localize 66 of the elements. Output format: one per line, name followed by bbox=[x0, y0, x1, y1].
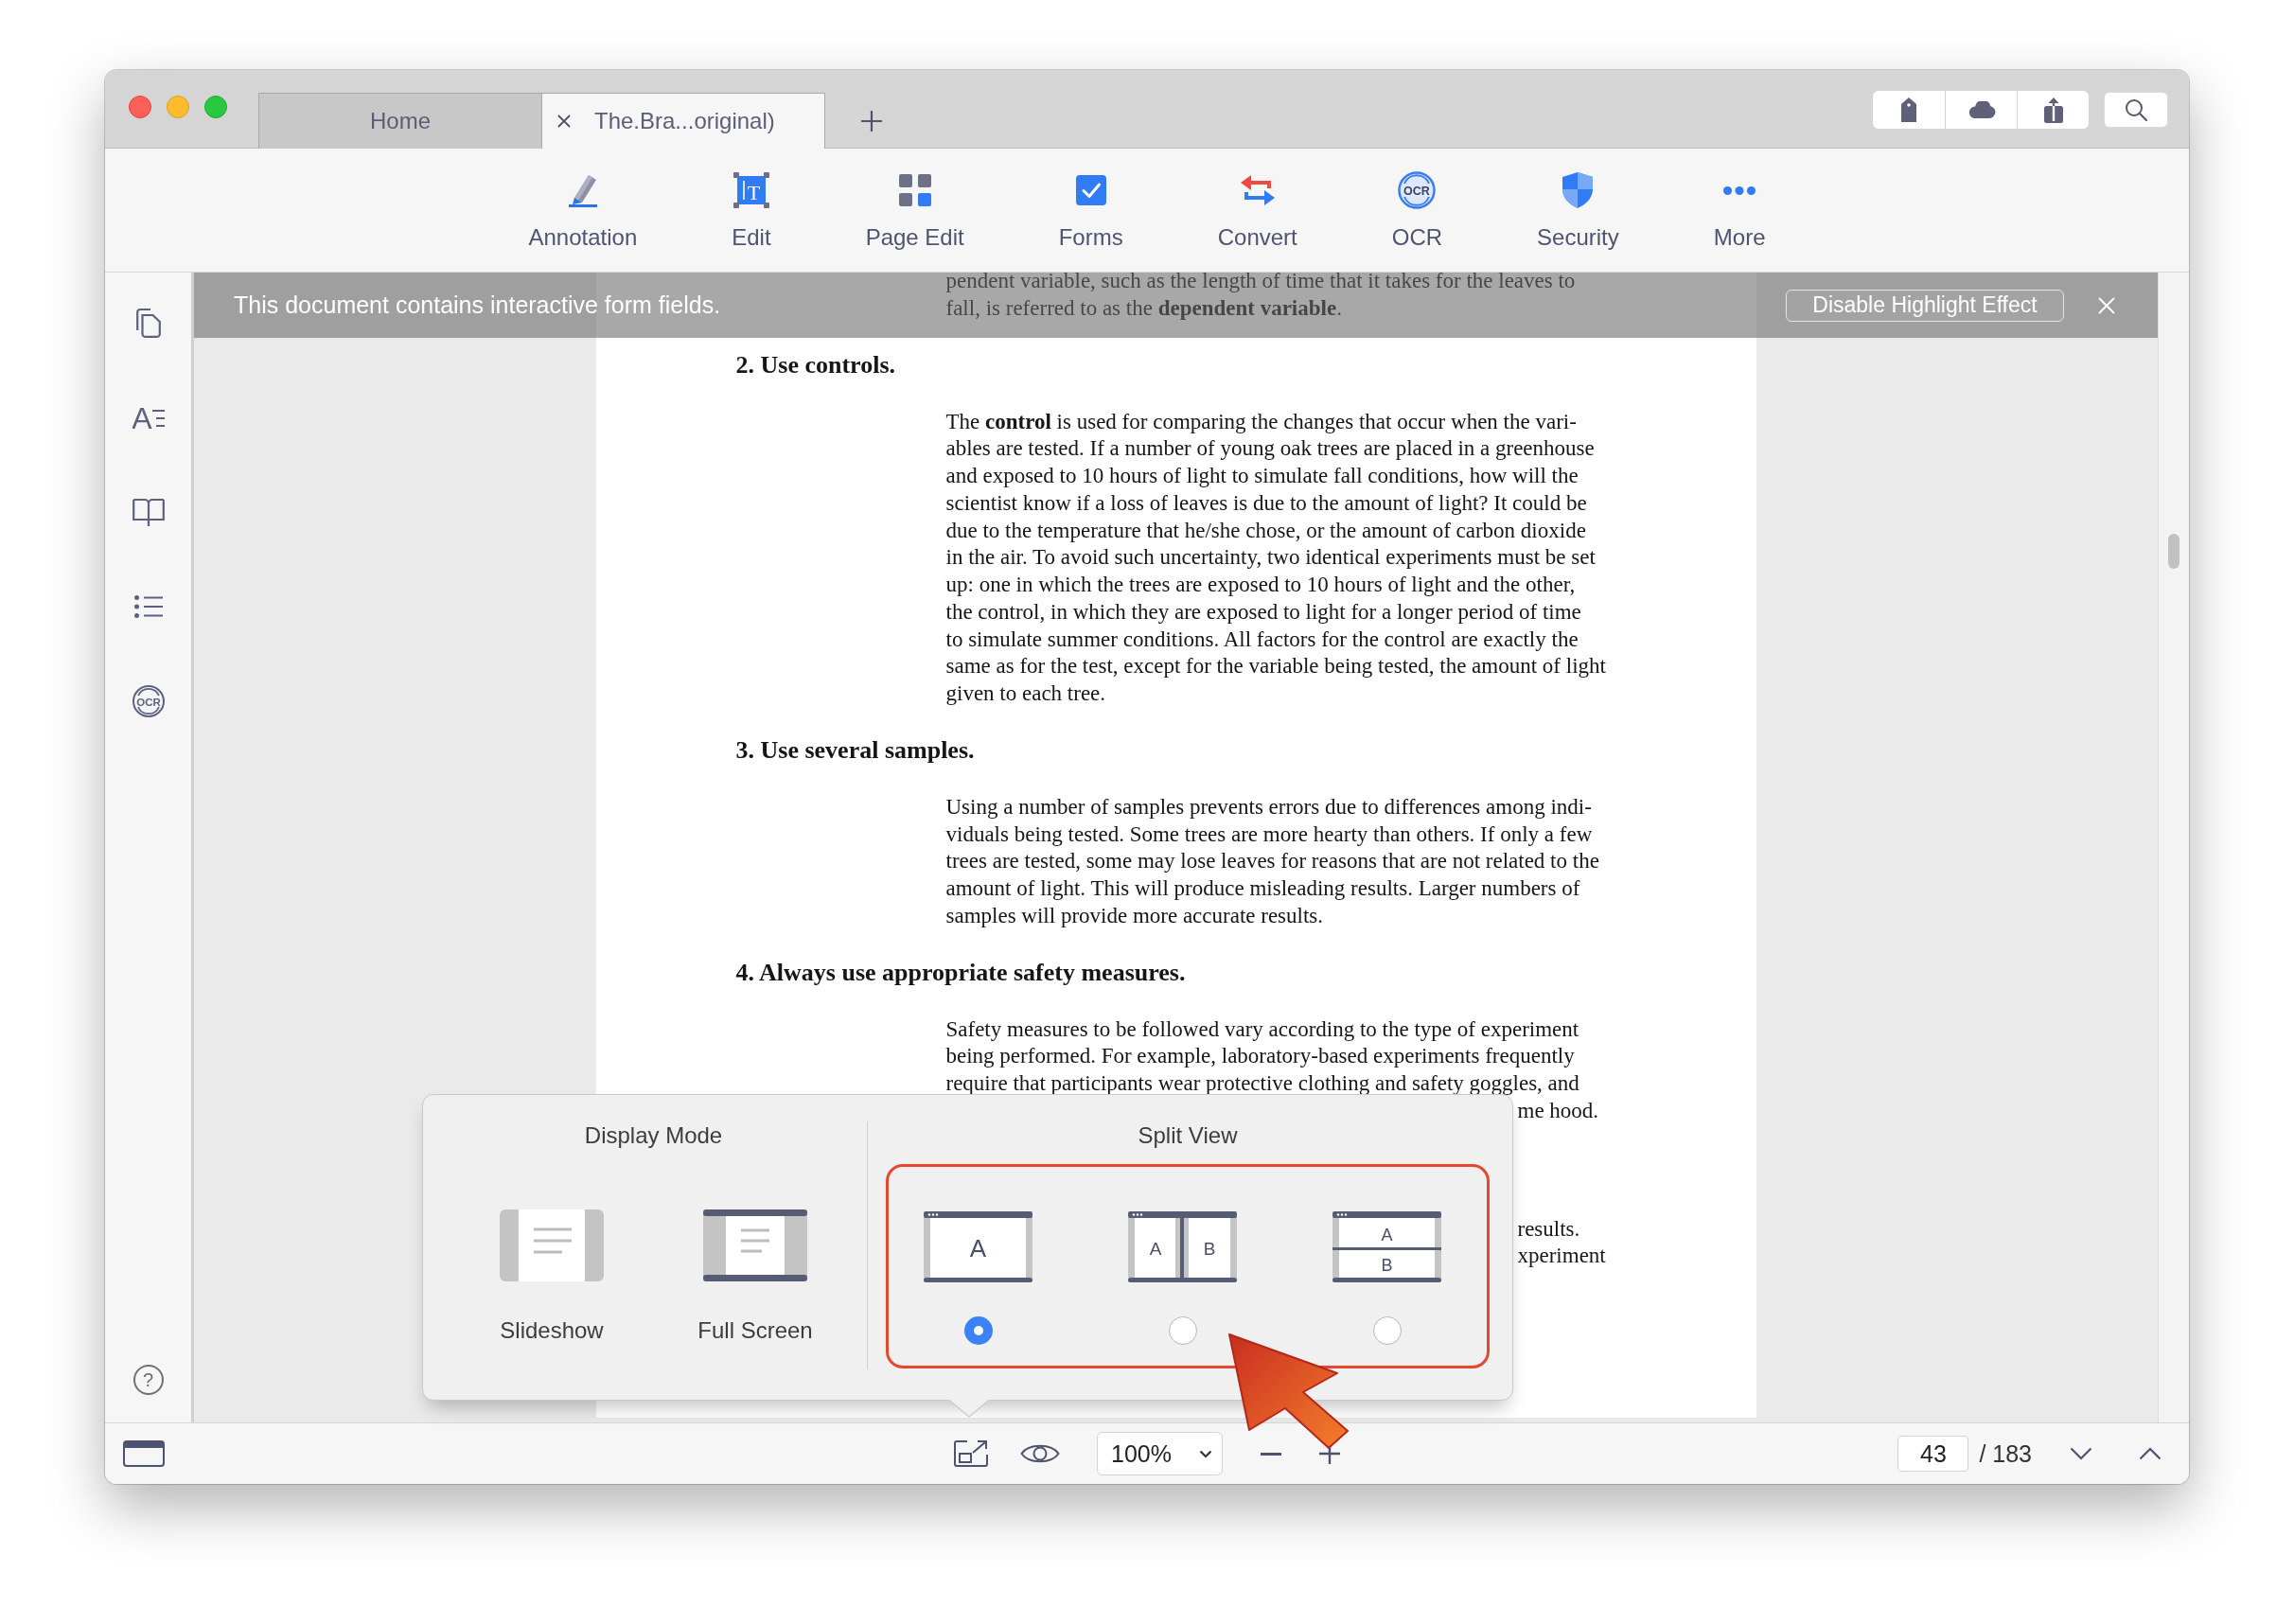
toolbar-button[interactable]: Annotation bbox=[521, 149, 645, 272]
shield-icon bbox=[1562, 172, 1594, 208]
ocr-icon: OCR bbox=[1398, 171, 1437, 209]
cloud-button[interactable] bbox=[1945, 91, 2017, 129]
scrollbar-thumb[interactable] bbox=[2168, 534, 2179, 569]
more-icon bbox=[1723, 185, 1756, 195]
tab[interactable]: Home bbox=[258, 93, 542, 149]
book-icon[interactable] bbox=[132, 498, 165, 526]
chevron-up-icon[interactable] bbox=[2139, 1447, 2162, 1460]
tag-icon bbox=[1901, 97, 1916, 122]
ocr-icon[interactable]: OCR bbox=[132, 685, 165, 717]
zoom-dropdown[interactable]: 100% bbox=[1097, 1432, 1223, 1475]
toolbar-button[interactable]: Convert bbox=[1209, 149, 1305, 272]
grid-icon bbox=[898, 174, 931, 206]
section-heading: 2. Use controls. bbox=[735, 349, 895, 380]
search-icon bbox=[2125, 98, 2147, 121]
tag-button[interactable] bbox=[1873, 91, 1945, 129]
display-mode-option[interactable]: Full Screen bbox=[684, 1209, 826, 1344]
text-fragment: me hood. bbox=[1517, 1097, 1599, 1124]
page-number-field[interactable]: 43 bbox=[1897, 1436, 1969, 1472]
tab[interactable]: The.Bra...original) bbox=[542, 93, 825, 149]
body-paragraph: pendent variable, such as the length of time that it takes for the leaves to fall, is referred to as the dependent variable. bbox=[945, 273, 1576, 322]
slideshow-icon bbox=[500, 1209, 604, 1281]
radio-button[interactable] bbox=[963, 1316, 993, 1345]
expand-icon[interactable] bbox=[954, 1439, 988, 1468]
minus-icon[interactable] bbox=[1261, 1452, 1281, 1456]
body-paragraph: The control is used for comparing the changes that occur when the vari- ables are tested. If a number of young oak trees are placed in a greenhouse and exposed to 10 hours of light to simulate fall conditions, how will the scientist know if a loss of leaves is due to the amount of light? It could be due to the temperature that he/she chose, or the amount of carbon dioxide in the air. To avoid such uncertainty, two identical experiments must be set up: one in which the trees are exposed to 10 hours of light and the other, the control, in which they are exposed to light for a longer period of time to simulate summer conditions. All factors for the control are exactly the same as for the test, except for the variable being tested, the amount of light given to each tree. bbox=[945, 408, 1606, 707]
toolbar-button[interactable]: More bbox=[1705, 149, 1773, 272]
search-button[interactable] bbox=[2104, 92, 2168, 128]
banner-message: This document contains interactive form fields. bbox=[234, 291, 721, 319]
panel-icon[interactable] bbox=[123, 1440, 165, 1467]
split-rows-icon: A B bbox=[1332, 1211, 1441, 1282]
single-view-icon: A bbox=[924, 1211, 1032, 1282]
section-title: Split View bbox=[1138, 1122, 1238, 1149]
section-heading: 3. Use several samples. bbox=[735, 734, 975, 766]
toolbar-button[interactable]: Page Edit bbox=[857, 149, 972, 272]
section-title: Display Mode bbox=[584, 1122, 723, 1149]
close-window-icon[interactable] bbox=[129, 96, 151, 118]
text-fragment: results. bbox=[1517, 1215, 1580, 1243]
chevron-down-icon[interactable] bbox=[2070, 1447, 2092, 1460]
list-icon[interactable] bbox=[133, 595, 163, 618]
share-icon bbox=[2043, 97, 2063, 123]
checkbox-icon bbox=[1075, 175, 1106, 205]
cursor-arrow-icon bbox=[1228, 1333, 1350, 1450]
toolbar-button[interactable]: OCR OCR bbox=[1384, 149, 1451, 272]
split-columns-icon: A B bbox=[1128, 1211, 1237, 1282]
toolbar-button[interactable]: Forms bbox=[1050, 149, 1131, 272]
toolbar-button[interactable]: Security bbox=[1529, 149, 1627, 272]
chevron-down-icon bbox=[1199, 1449, 1212, 1458]
radio-button[interactable] bbox=[1168, 1316, 1197, 1345]
pen-icon bbox=[566, 173, 599, 207]
page-total: / 183 bbox=[1979, 1439, 2032, 1468]
help-icon[interactable]: ? bbox=[132, 1365, 164, 1395]
plus-icon[interactable] bbox=[861, 111, 882, 132]
body-paragraph: Using a number of samples prevents errors due to differences among indi- viduals being tested. Some trees are more hearty than others. If only a few trees are tested, some may lose leaves for reasons that are not related to the amount of light. This will produce misleading results. Larger numbers of samples will provide more accurate results. bbox=[945, 793, 1599, 929]
cloud-icon bbox=[1967, 101, 1996, 118]
swap-arrows-icon bbox=[1240, 175, 1275, 205]
toolbar-button[interactable]: T Edit bbox=[724, 149, 779, 272]
full-screen-icon bbox=[703, 1209, 807, 1281]
share-button[interactable] bbox=[2017, 91, 2089, 129]
display-mode-option[interactable]: Slideshow bbox=[481, 1209, 623, 1344]
section-heading: 4. Always use appropriate safety measures. bbox=[735, 957, 1186, 988]
text-fragment: xperiment bbox=[1517, 1243, 1606, 1270]
radio-button[interactable] bbox=[1372, 1316, 1402, 1345]
close-icon[interactable] bbox=[557, 115, 571, 128]
pages-icon[interactable] bbox=[135, 308, 161, 338]
